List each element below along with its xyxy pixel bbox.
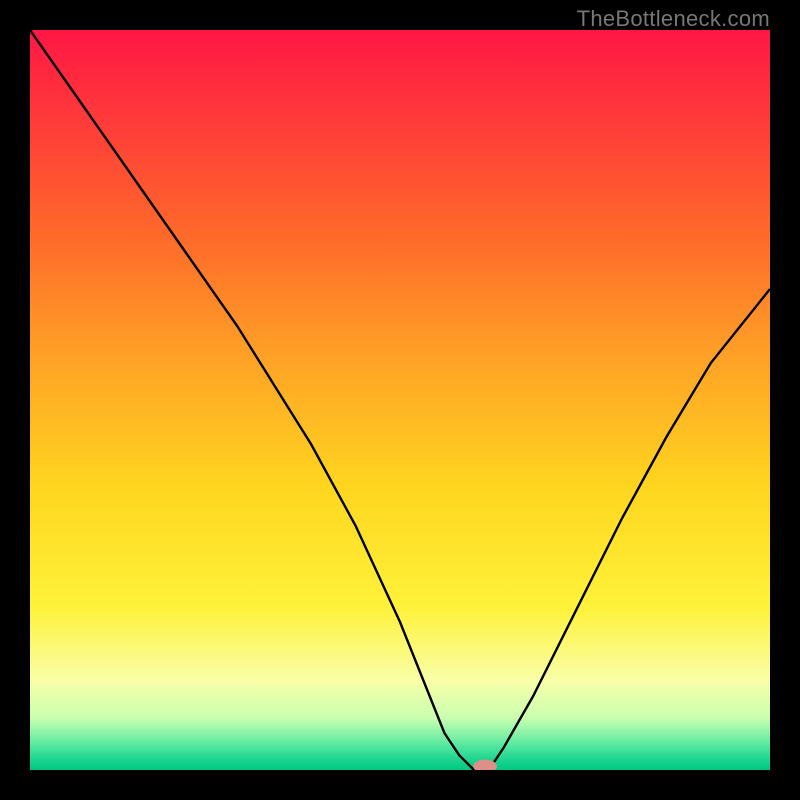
bottleneck-chart — [30, 30, 770, 770]
gradient-background — [30, 30, 770, 770]
chart-frame: TheBottleneck.com — [0, 0, 800, 800]
plot-area — [30, 30, 770, 770]
watermark-text: TheBottleneck.com — [577, 6, 770, 32]
